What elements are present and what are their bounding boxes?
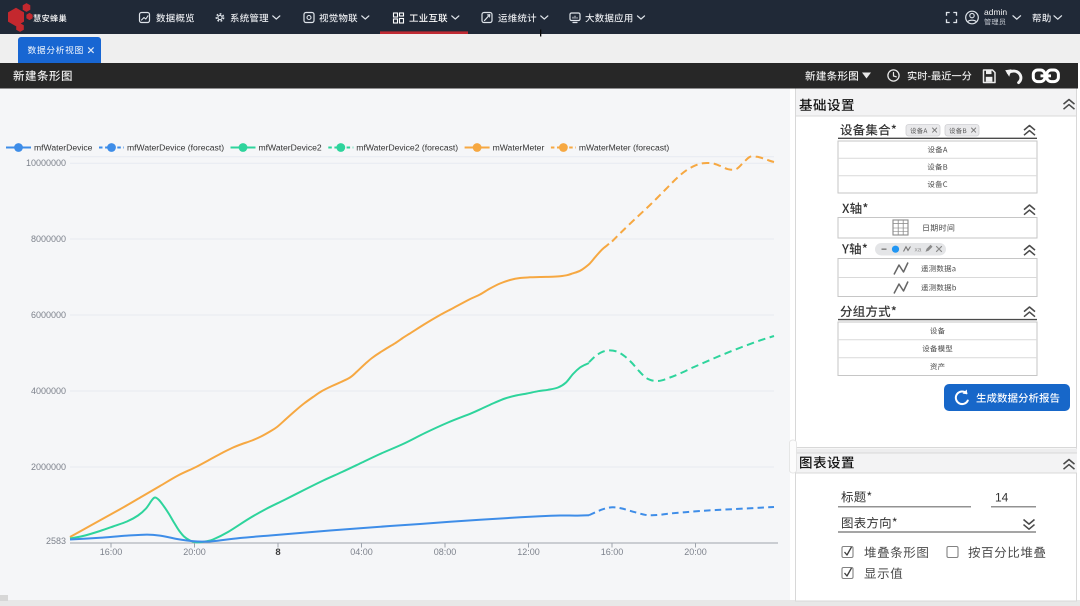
svg-text:20:00: 20:00: [183, 547, 206, 557]
svg-text:8: 8: [275, 547, 280, 558]
svg-text:10000000: 10000000: [26, 158, 66, 168]
svg-text:mfWaterDevice2: mfWaterDevice2: [259, 143, 322, 153]
svg-text:04:00: 04:00: [350, 547, 373, 557]
svg-text:mWaterMeter (forecast): mWaterMeter (forecast): [579, 143, 670, 153]
svg-text:admin: admin: [984, 7, 1007, 17]
svg-text:mfWaterDevice (forecast): mfWaterDevice (forecast): [127, 143, 224, 153]
svg-text:20:00: 20:00: [684, 547, 707, 557]
svg-text:8000000: 8000000: [31, 234, 66, 244]
svg-text:xa: xa: [915, 247, 922, 254]
svg-text:16:00: 16:00: [601, 547, 624, 557]
svg-text:mWaterMeter: mWaterMeter: [493, 143, 545, 153]
svg-text:08:00: 08:00: [434, 547, 457, 557]
svg-text:2000000: 2000000: [31, 462, 66, 472]
svg-text:4000000: 4000000: [31, 386, 66, 396]
svg-text:12:00: 12:00: [517, 547, 540, 557]
svg-text:16:00: 16:00: [100, 547, 123, 557]
svg-text:mfWaterDevice: mfWaterDevice: [34, 143, 93, 153]
svg-text:6000000: 6000000: [31, 310, 66, 320]
svg-text:mfWaterDevice2 (forecast): mfWaterDevice2 (forecast): [356, 143, 458, 153]
svg-text:14: 14: [995, 491, 1009, 505]
svg-text:2583: 2583: [46, 536, 66, 546]
